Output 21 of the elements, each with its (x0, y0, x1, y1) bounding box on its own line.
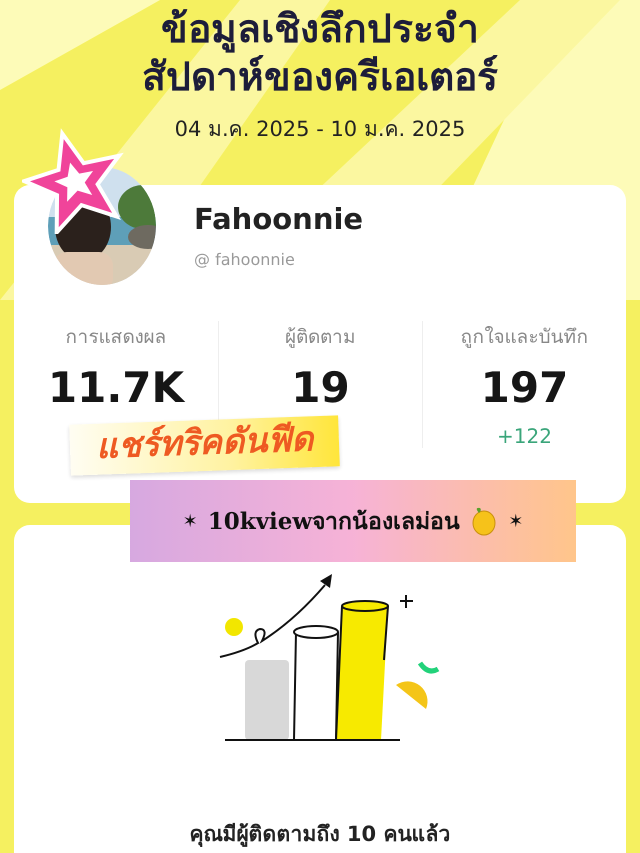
stat-value: 197 (480, 363, 568, 412)
stat-change: +122 (497, 424, 552, 448)
banner-text: 10kviewจากน้องเลม่อน (208, 507, 460, 537)
sparkle-symbol: ✶ (182, 510, 198, 532)
profile-handle: @ fahoonnie (194, 250, 296, 268)
sparkle-icon (399, 594, 414, 609)
stat-label: การแสดงผล (66, 325, 166, 350)
page-title: ข้อมูลเชิงลึกประจำ (161, 6, 479, 54)
page-title: สัปดาห์ของครีเอเตอร์ (142, 54, 498, 102)
stat-value: 11.7K (48, 363, 184, 412)
date-range: 04 ม.ค. 2025 - 10 ม.ค. 2025 (174, 116, 466, 143)
sparkle-symbol: ✶ (508, 510, 524, 532)
profile-name: Fahoonnie (194, 202, 364, 236)
stat-value: 19 (291, 363, 350, 412)
milestone-message: คุณมีผู้ติดตามถึง 10 คนแล้ว (190, 821, 450, 849)
lemon-icon (470, 506, 498, 536)
dot-decoration (225, 618, 243, 636)
half-circle-decoration (396, 681, 428, 709)
stat-label: ผู้ติดตาม (285, 325, 356, 350)
arc-decoration (418, 662, 440, 674)
stat-label: ถูกใจและบันทึก (460, 325, 588, 350)
